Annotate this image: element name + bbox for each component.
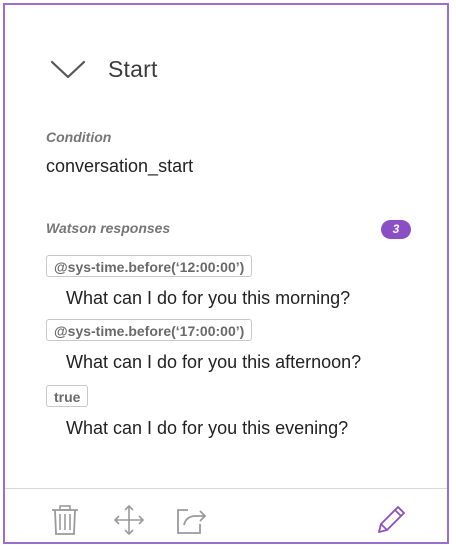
responses-count-badge: 3 bbox=[381, 220, 411, 239]
response-text[interactable]: What can I do for you this afternoon? bbox=[66, 352, 361, 373]
response-condition-tag[interactable]: @sys-time.before(‘12:00:00’) bbox=[46, 255, 253, 277]
jump-to-icon[interactable] bbox=[174, 503, 208, 537]
chevron-down-icon[interactable] bbox=[49, 57, 87, 83]
node-toolbar bbox=[5, 488, 447, 545]
condition-label: Condition bbox=[46, 129, 112, 145]
condition-value[interactable]: conversation_start bbox=[46, 156, 193, 177]
dialog-node-card: Start Condition conversation_start Watso… bbox=[3, 3, 449, 544]
response-condition-tag[interactable]: true bbox=[46, 385, 89, 407]
pencil-icon[interactable] bbox=[374, 503, 408, 537]
response-text[interactable]: What can I do for you this morning? bbox=[66, 288, 350, 309]
node-header: Start bbox=[5, 5, 447, 125]
trash-icon[interactable] bbox=[48, 503, 82, 537]
responses-label: Watson responses bbox=[46, 220, 171, 236]
response-text[interactable]: What can I do for you this evening? bbox=[66, 418, 348, 439]
node-title[interactable]: Start bbox=[108, 56, 158, 83]
response-condition-tag[interactable]: @sys-time.before(‘17:00:00’) bbox=[46, 319, 253, 341]
move-icon[interactable] bbox=[112, 503, 146, 537]
